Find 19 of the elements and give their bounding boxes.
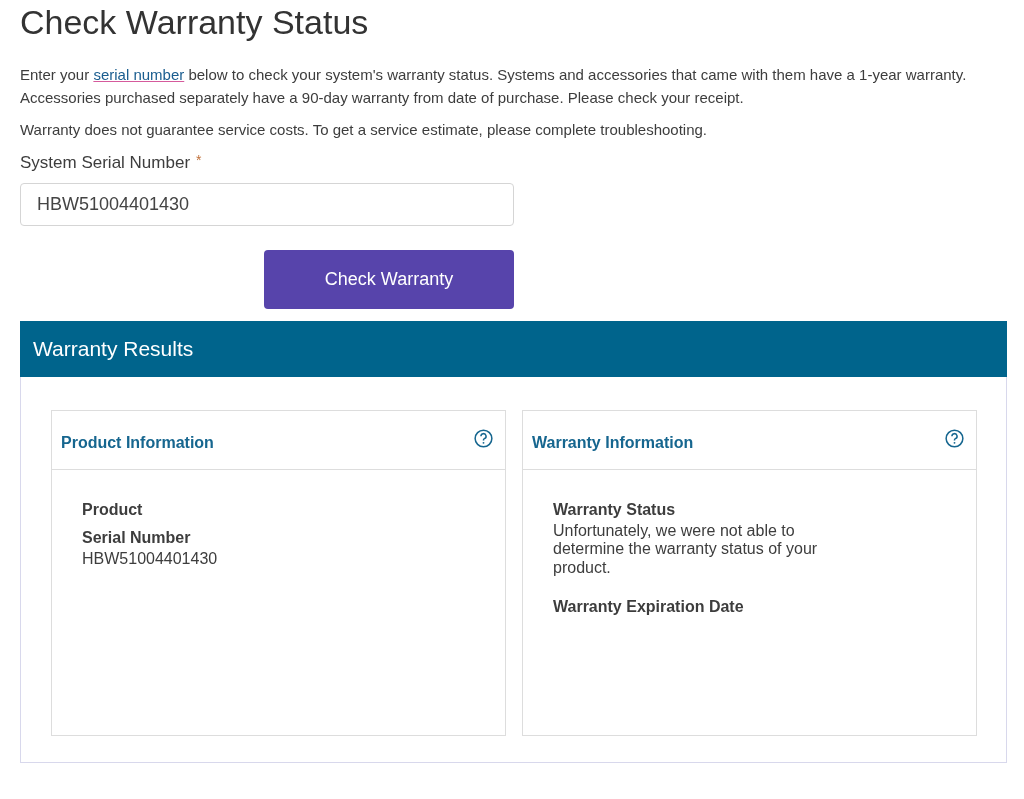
card-title: Warranty Information	[532, 432, 694, 453]
results-header: Warranty Results	[20, 321, 1007, 377]
note-text: Warranty does not guarantee service costs. To get a service estimate, please complete troubleshooting.	[20, 120, 709, 141]
field-label: Serial Number	[82, 527, 192, 548]
field-label: System Serial Number	[20, 151, 191, 174]
intro-paragraph: Enter your serial number below to check your system's warranty status. Systems and accessories that came with them have a 1-year warranty. Accessories purchased separately have a 90-day warranty from date of purchase. Please check your receipt.	[20, 64, 968, 109]
serial-number-link[interactable]: serial number	[93, 65, 185, 83]
field-label: Warranty Status	[553, 499, 677, 520]
help-icon[interactable]	[474, 429, 493, 449]
check-warranty-button[interactable]: Check Warranty	[264, 250, 514, 310]
field-value: HBW51004401430	[82, 549, 219, 569]
serial-input-field[interactable]: HBW51004401430	[20, 183, 514, 227]
field-label: Warranty Expiration Date	[553, 596, 745, 617]
field-label: Product	[82, 499, 144, 520]
page-title: Check Warranty Status	[20, 2, 370, 43]
card-title: Product Information	[61, 432, 214, 453]
required-mark: *	[196, 150, 202, 170]
field-value: Unfortunately, we were not able to determine the warranty status of your product.	[553, 521, 819, 577]
help-icon[interactable]	[945, 429, 964, 449]
